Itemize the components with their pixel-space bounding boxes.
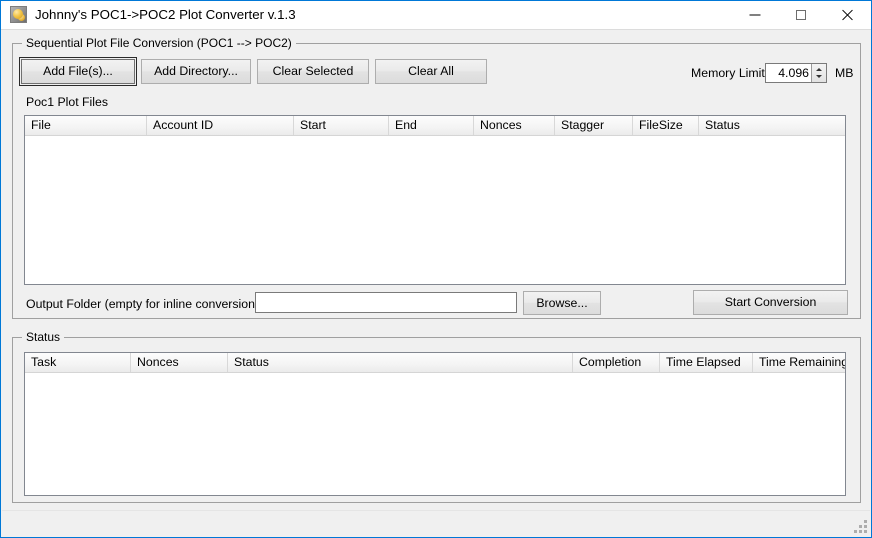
output-folder-input[interactable] (255, 292, 517, 313)
status-list-body[interactable] (25, 373, 845, 495)
column-header-nonces[interactable]: Nonces (474, 116, 555, 135)
maximize-icon (796, 9, 806, 20)
poc1-list-header: File Account ID Start End Nonces Stagger FileS… (25, 116, 845, 136)
status-column-header-time-remaining[interactable]: Time Remaining (753, 353, 845, 372)
poc1-list-body[interactable] (25, 136, 845, 284)
poc1-plot-files-list[interactable]: File Account ID Start End Nonces Stagger FileS… (24, 115, 846, 285)
status-group-title: Status (22, 330, 65, 344)
status-list-header: Task Nonces Status Completion Time Elapsed Ti… (25, 353, 845, 373)
column-header-filesize[interactable]: FileSize (633, 116, 699, 135)
window-title: Johnny's POC1->POC2 Plot Converter v.1.3 (35, 7, 296, 22)
minimize-button[interactable] (732, 1, 778, 28)
add-files-button[interactable]: Add File(s)... (19, 57, 137, 86)
maximize-button[interactable] (778, 1, 824, 28)
app-icon (10, 6, 27, 23)
status-column-header-task[interactable]: Task (25, 353, 131, 372)
memory-limit-unit: MB (835, 66, 854, 80)
column-header-start[interactable]: Start (294, 116, 389, 135)
poc1-list-label: Poc1 Plot Files (26, 95, 109, 109)
column-header-end[interactable]: End (389, 116, 474, 135)
application-window: Johnny's POC1->POC2 Plot Converter v.1.3… (0, 0, 872, 538)
clear-selected-button[interactable]: Clear Selected (257, 59, 369, 84)
add-directory-button[interactable]: Add Directory... (141, 59, 251, 84)
memory-limit-stepper[interactable]: 4.096 (765, 63, 827, 83)
minimize-icon (749, 14, 761, 15)
status-column-header-time-elapsed[interactable]: Time Elapsed (660, 353, 753, 372)
memory-limit-label: Memory Limit (691, 66, 765, 80)
status-column-header-completion[interactable]: Completion (573, 353, 660, 372)
memory-limit-value: 4.096 (778, 66, 809, 80)
title-bar: Johnny's POC1->POC2 Plot Converter v.1.3 (1, 1, 871, 30)
chevron-down-icon[interactable] (816, 75, 822, 78)
status-column-header-nonces[interactable]: Nonces (131, 353, 228, 372)
close-button[interactable] (824, 1, 870, 28)
browse-button[interactable]: Browse... (523, 291, 601, 315)
close-icon (841, 8, 854, 21)
resize-grip-icon[interactable] (854, 520, 867, 533)
memory-limit-spin-buttons[interactable] (811, 64, 826, 82)
status-task-list[interactable]: Task Nonces Status Completion Time Elapsed Ti… (24, 352, 846, 496)
output-folder-label: Output Folder (empty for inline conversi… (26, 297, 263, 311)
status-column-header-status[interactable]: Status (228, 353, 573, 372)
column-header-status[interactable]: Status (699, 116, 845, 135)
conversion-group-title: Sequential Plot File Conversion (POC1 --… (22, 36, 296, 50)
start-conversion-button[interactable]: Start Conversion (693, 290, 848, 315)
status-bar (2, 510, 870, 536)
column-header-account-id[interactable]: Account ID (147, 116, 294, 135)
column-header-stagger[interactable]: Stagger (555, 116, 633, 135)
column-header-file[interactable]: File (25, 116, 147, 135)
chevron-up-icon[interactable] (816, 68, 822, 71)
clear-all-button[interactable]: Clear All (375, 59, 487, 84)
